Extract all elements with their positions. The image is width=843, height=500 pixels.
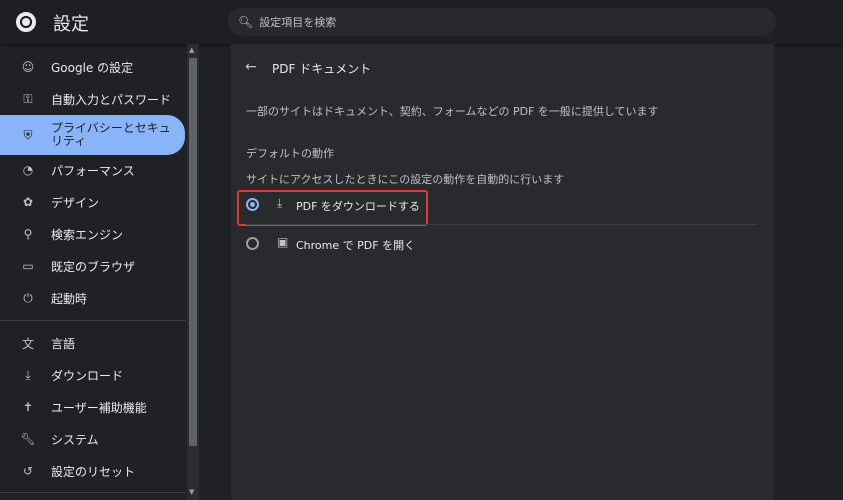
sidebar-item-label: 自動入力とパスワード bbox=[51, 92, 172, 107]
search-icon: 🔍︎ bbox=[238, 15, 254, 29]
reset-icon: ↺ bbox=[22, 464, 34, 478]
search-icon: ⚲ bbox=[23, 227, 33, 241]
search-input[interactable]: 🔍︎ 設定項目を検索 bbox=[228, 8, 776, 36]
sidebar-item-label: プライバシーとセキュリティ bbox=[51, 121, 171, 148]
sidebar-item-design[interactable]: ✿ デザイン bbox=[0, 184, 185, 220]
page-title: 設定 bbox=[53, 14, 89, 35]
sidebar-item-privacy[interactable]: ⛨ プライバシーとセキュリティ bbox=[0, 115, 185, 155]
person-icon: ☺ bbox=[21, 60, 35, 74]
divider bbox=[246, 224, 758, 225]
header: 設定 🔍︎ 設定項目を検索 bbox=[0, 0, 843, 44]
default-behavior-subtitle: サイトにアクセスしたときにこの設定の動作を自動的に行います bbox=[246, 173, 565, 186]
sidebar-item-performance[interactable]: ◔ パフォーマンス bbox=[0, 152, 185, 188]
scroll-up-icon[interactable]: ▲ bbox=[189, 46, 194, 54]
search-placeholder: 設定項目を検索 bbox=[259, 16, 337, 29]
section-heading: PDF ドキュメント bbox=[272, 62, 372, 76]
sidebar-item-label: 既定のブラウザ bbox=[51, 259, 136, 274]
sidebar-item-label: パフォーマンス bbox=[51, 163, 135, 178]
scroll-down-icon[interactable]: ▼ bbox=[189, 488, 194, 496]
translate-icon: 文 bbox=[21, 336, 34, 351]
sidebar-item-label: 設定のリセット bbox=[51, 464, 136, 479]
key-icon: ⚿ bbox=[23, 91, 33, 106]
sidebar-item-label: システム bbox=[51, 432, 99, 447]
speedometer-icon: ◔ bbox=[22, 163, 34, 177]
sidebar-item-system[interactable]: 🔧︎ システム bbox=[0, 421, 185, 457]
sidebar: ☺ Google の設定 ⚿ 自動入力とパスワード ⛨ プライバシーとセキュリティ ◔… bbox=[0, 44, 186, 500]
option-open-in-chrome-label[interactable]: Chrome で PDF を開く bbox=[296, 237, 415, 253]
sidebar-item-label: デザイン bbox=[51, 195, 100, 210]
sidebar-item-autofill[interactable]: ⚿ 自動入力とパスワード bbox=[0, 81, 185, 117]
wrench-icon: 🔧︎ bbox=[20, 432, 36, 446]
sidebar-item-label: 検索エンジン bbox=[51, 227, 124, 242]
sidebar-item-language[interactable]: 文 言語 bbox=[0, 325, 185, 361]
sidebar-item-label: Google の設定 bbox=[51, 60, 134, 75]
sidebar-item-search-engine[interactable]: ⚲ 検索エンジン bbox=[0, 216, 185, 252]
sidebar-item-label: ユーザー補助機能 bbox=[51, 400, 147, 415]
sidebar-item-reset[interactable]: ↺ 設定のリセット bbox=[0, 453, 185, 489]
sidebar-item-default-browser[interactable]: ▭ 既定のブラウザ bbox=[0, 248, 185, 284]
chrome-logo-icon bbox=[16, 12, 36, 32]
sidebar-item-downloads[interactable]: ⤓ ダウンロード bbox=[0, 357, 185, 393]
accessibility-icon: ✝ bbox=[22, 400, 34, 414]
open-in-window-icon: ▣ bbox=[277, 235, 289, 249]
back-arrow-icon[interactable]: ← bbox=[245, 59, 257, 75]
sidebar-item-label: ダウンロード bbox=[51, 368, 124, 383]
radio-open-in-chrome[interactable] bbox=[246, 237, 259, 250]
download-icon: ⤓ bbox=[25, 367, 31, 382]
sidebar-item-label: 起動時 bbox=[51, 291, 88, 306]
description-text: 一部のサイトはドキュメント、契約、フォームなどの PDF を一般に提供しています bbox=[246, 105, 659, 118]
sidebar-item-label: 言語 bbox=[51, 336, 76, 351]
divider bbox=[0, 320, 186, 321]
default-behavior-title: デフォルトの動作 bbox=[246, 147, 334, 160]
divider bbox=[0, 492, 186, 493]
sidebar-item-startup[interactable]: ⏻ 起動時 bbox=[0, 280, 185, 316]
palette-icon: ✿ bbox=[22, 195, 34, 209]
scrollbar-thumb[interactable] bbox=[189, 58, 197, 446]
shield-icon: ⛨ bbox=[23, 127, 33, 142]
sidebar-scrollbar[interactable]: ▲ ▼ bbox=[187, 44, 199, 500]
sidebar-item-accessibility[interactable]: ✝ ユーザー補助機能 bbox=[0, 389, 185, 425]
highlight-box bbox=[237, 190, 428, 226]
power-icon: ⏻ bbox=[23, 290, 33, 305]
browser-icon: ▭ bbox=[22, 259, 34, 273]
sidebar-item-google[interactable]: ☺ Google の設定 bbox=[0, 49, 185, 85]
